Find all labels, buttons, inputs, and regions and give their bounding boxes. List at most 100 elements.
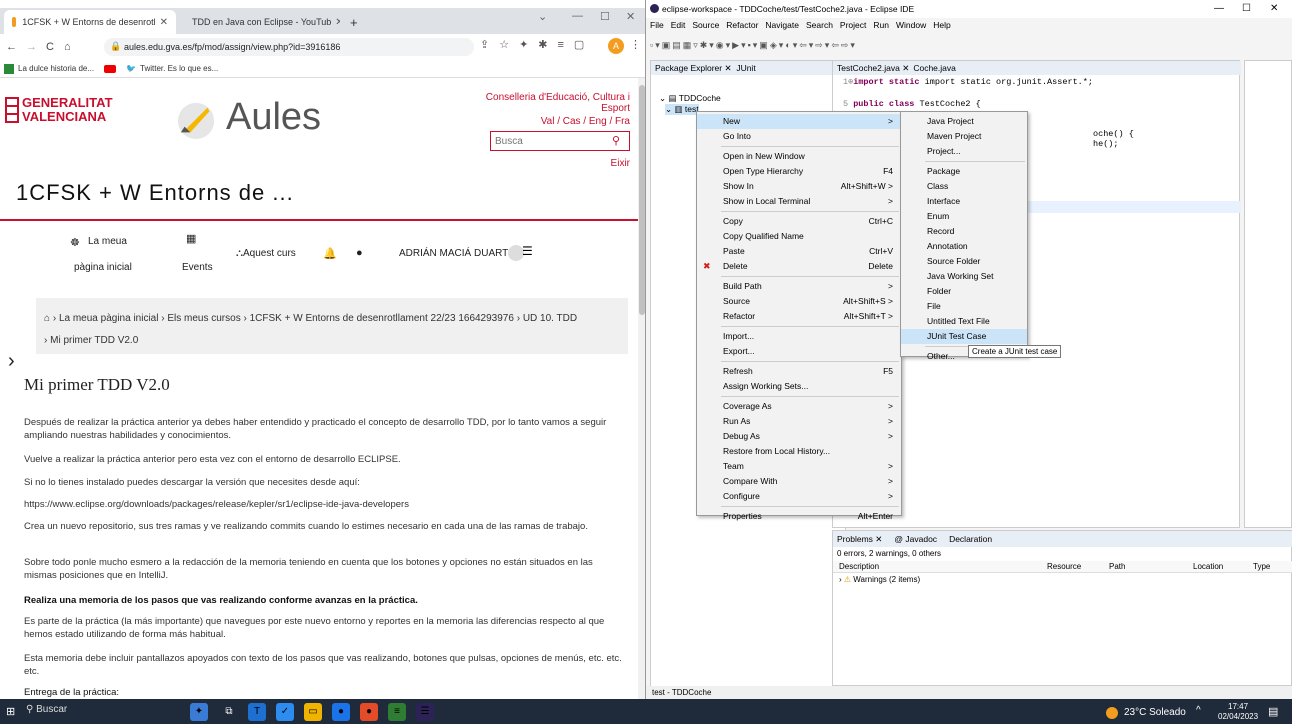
tab-javadoc[interactable]: @ Javadoc: [894, 531, 937, 547]
tree-item-test[interactable]: ⌄ ▥ test: [665, 104, 699, 115]
menu-item[interactable]: Debug As >: [697, 429, 901, 444]
column-header[interactable]: Resource: [1047, 562, 1081, 571]
breadcrumb-link[interactable]: La meua pàgina inicial: [59, 313, 159, 324]
app-icon[interactable]: ≡: [388, 703, 406, 721]
menu-item[interactable]: Interface: [901, 194, 1027, 209]
menu-item[interactable]: Annotation: [901, 239, 1027, 254]
drawer-toggle-icon[interactable]: ›: [8, 350, 15, 373]
menu-run[interactable]: Run: [873, 20, 889, 34]
menu-item[interactable]: Copy Ctrl+C: [697, 214, 901, 229]
clock[interactable]: 17:47 02/04/2023: [1218, 702, 1258, 722]
column-header[interactable]: Type: [1253, 562, 1270, 571]
menu-search[interactable]: Search: [806, 20, 833, 34]
column-header[interactable]: Description: [839, 562, 879, 571]
home-icon[interactable]: ⌂: [64, 41, 71, 53]
menu-item[interactable]: Copy Qualified Name: [697, 229, 901, 244]
menu-edit[interactable]: Edit: [671, 20, 686, 34]
conselleria-link[interactable]: Conselleria d'Educació, Cultura i Esport: [458, 92, 630, 114]
tab-declaration[interactable]: Declaration: [949, 531, 992, 547]
messages-icon[interactable]: ●: [356, 247, 363, 259]
menu-item[interactable]: Show in Local Terminal >: [697, 194, 901, 209]
menu-item[interactable]: File: [901, 299, 1027, 314]
new-tab-button[interactable]: +: [342, 10, 362, 34]
menu-item[interactable]: Paste Ctrl+V: [697, 244, 901, 259]
menu-item[interactable]: Refactor Alt+Shift+T >: [697, 309, 901, 324]
app-icon[interactable]: ✦: [190, 703, 208, 721]
menu-item[interactable]: Compare With >: [697, 474, 901, 489]
menu-item[interactable]: Properties Alt+Enter: [697, 509, 901, 524]
search-input[interactable]: [490, 131, 630, 151]
close-window-icon[interactable]: ✕: [1270, 3, 1278, 14]
menu-item[interactable]: Open Type Hierarchy F4: [697, 164, 901, 179]
back-icon[interactable]: ←: [6, 41, 17, 53]
breadcrumb-link[interactable]: 1CFSK + W Entorns de desenrotllament 22/…: [250, 313, 514, 324]
notifications-icon[interactable]: 🔔: [323, 247, 337, 260]
address-bar[interactable]: aules.edu.gva.es/fp/mod/assign/view.php?…: [104, 38, 474, 56]
menu-item[interactable]: New >: [697, 114, 901, 129]
menu-item[interactable]: Class: [901, 179, 1027, 194]
nav-this-course[interactable]: ⛬Aquest curs: [236, 248, 296, 259]
menu-item[interactable]: JUnit Test Case: [901, 329, 1027, 344]
menu-item[interactable]: Team >: [697, 459, 901, 474]
menu-window[interactable]: Window: [896, 20, 926, 34]
taskbar-search[interactable]: ⚲ Buscar: [26, 704, 67, 715]
home-icon[interactable]: ⌂: [44, 313, 50, 324]
column-header[interactable]: Path: [1109, 562, 1125, 571]
app-icon[interactable]: ●: [360, 703, 378, 721]
eclipse-download-link[interactable]: https://www.eclipse.org/downloads/packag…: [24, 498, 624, 511]
menu-item[interactable]: Java Working Set: [901, 269, 1027, 284]
reload-icon[interactable]: C: [46, 41, 54, 53]
menu-help[interactable]: Help: [933, 20, 950, 34]
close-tab-icon[interactable]: ✕: [156, 17, 168, 28]
menu-item[interactable]: Configure >: [697, 489, 901, 504]
bookmark-item[interactable]: Twitter. Es lo que es...: [140, 64, 218, 73]
tray-chevron-icon[interactable]: ^: [1196, 705, 1201, 716]
forward-icon[interactable]: →: [26, 41, 37, 53]
menu-item[interactable]: Java Project: [901, 114, 1027, 129]
menu-project[interactable]: Project: [840, 20, 866, 34]
menu-item[interactable]: Go Into: [697, 129, 901, 144]
tab-package-explorer[interactable]: Package Explorer: [655, 63, 722, 73]
tree-item-project[interactable]: ⌄ ▤ TDDCoche: [659, 93, 721, 104]
profile-avatar[interactable]: A: [608, 38, 624, 54]
tab-coche[interactable]: Coche.java: [913, 61, 956, 75]
bookmark-item[interactable]: La dulce historia de...: [18, 64, 94, 73]
main-toolbar[interactable]: ▫▾▣▤▦▿✱▾◉▾▶▾▪▾▣◈▾◐▾⇦▾⇨▾⇦⇨▾: [646, 40, 1292, 56]
file-explorer-icon[interactable]: ▭: [304, 703, 322, 721]
weather-widget[interactable]: 23°C Soleado: [1124, 707, 1186, 718]
menu-item[interactable]: Package: [901, 164, 1027, 179]
menu-item[interactable]: Open in New Window: [697, 149, 901, 164]
menu-item[interactable]: Source Alt+Shift+S >: [697, 294, 901, 309]
menu-item[interactable]: Untitled Text File: [901, 314, 1027, 329]
scrollbar-thumb[interactable]: [639, 85, 645, 315]
tab-junit[interactable]: JUnit: [736, 63, 755, 73]
menu-file[interactable]: File: [650, 20, 664, 34]
menu-item[interactable]: Run As >: [697, 414, 901, 429]
notification-center-icon[interactable]: ▤: [1268, 705, 1278, 718]
task-view-icon[interactable]: ⧉: [220, 703, 238, 721]
breadcrumb-current[interactable]: Mi primer TDD V2.0: [50, 335, 138, 346]
menu-item[interactable]: Enum: [901, 209, 1027, 224]
browser-tab[interactable]: TDD en Java con Eclipse - YouTub ✕: [178, 10, 340, 34]
menu-item[interactable]: Refresh F5: [697, 364, 901, 379]
maximize-icon[interactable]: ☐: [1242, 3, 1251, 14]
minimize-icon[interactable]: —: [1214, 3, 1224, 14]
maximize-icon[interactable]: ☐: [600, 10, 610, 23]
menu-item[interactable]: Project...: [901, 144, 1027, 159]
column-header[interactable]: Location: [1193, 562, 1223, 571]
logout-link[interactable]: Eixir: [590, 158, 630, 169]
menu-navigate[interactable]: Navigate: [765, 20, 799, 34]
chrome-icon[interactable]: ●: [332, 703, 350, 721]
tab-testcoche2[interactable]: TestCoche2.java ✕: [837, 61, 909, 75]
close-window-icon[interactable]: ✕: [626, 10, 635, 23]
breadcrumb-link[interactable]: Els meus cursos: [167, 313, 240, 324]
menu-item[interactable]: Import...: [697, 329, 901, 344]
menu-item[interactable]: Export...: [697, 344, 901, 359]
kebab-menu-icon[interactable]: ⋮: [630, 38, 641, 51]
menu-item[interactable]: Record: [901, 224, 1027, 239]
windows-start-icon[interactable]: ⊞: [6, 705, 15, 718]
browser-tab[interactable]: 1CFSK + W Entorns de desenrotl ✕: [4, 10, 176, 34]
youtube-bookmark-icon[interactable]: [104, 64, 117, 73]
menu-source[interactable]: Source: [692, 20, 719, 34]
close-tab-icon[interactable]: ✕: [331, 17, 340, 28]
